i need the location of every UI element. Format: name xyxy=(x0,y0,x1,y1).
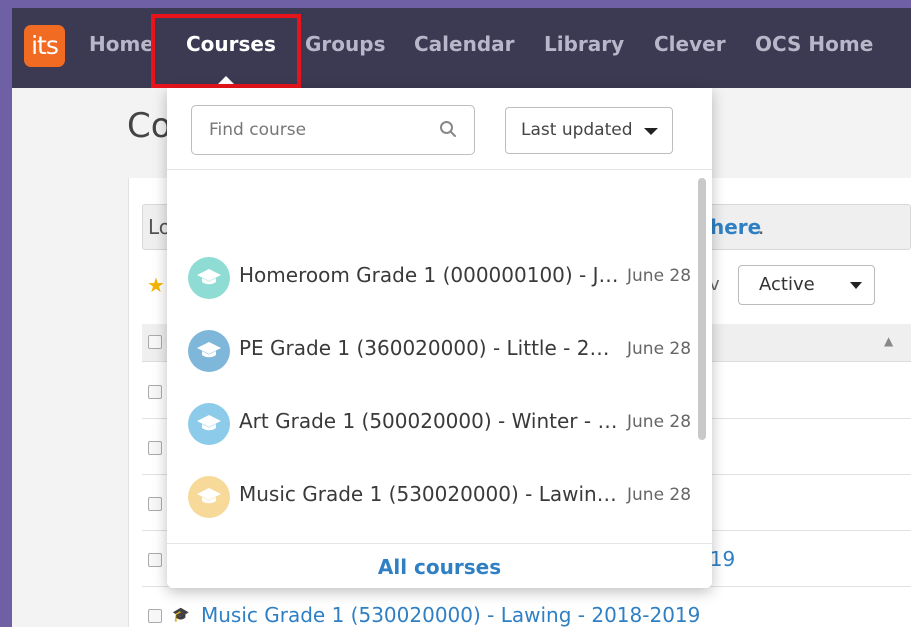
course-name: PE Grade 1 (360020000) - Little - 201... xyxy=(239,336,619,360)
top-nav: its Home Courses Groups Calendar Library… xyxy=(12,8,911,88)
row-checkbox[interactable] xyxy=(148,385,162,399)
row-course-link[interactable]: Music Grade 1 (530020000) - Lawing - 201… xyxy=(201,603,700,627)
course-item[interactable]: Music Grade 1 (530020000) - Lawing... Ju… xyxy=(167,468,695,528)
course-list: Homeroom Grade 1 (000000100) - Ju... Jun… xyxy=(167,171,712,543)
notice-period: . xyxy=(758,215,765,239)
course-name: Homeroom Grade 1 (000000100) - Ju... xyxy=(239,263,619,287)
course-name: Art Grade 1 (500020000) - Winter - 2... xyxy=(239,409,619,433)
row-checkbox[interactable] xyxy=(148,441,162,455)
course-item[interactable]: Homeroom Grade 1 (000000100) - Ju... Jun… xyxy=(167,249,695,309)
graduation-cap-icon xyxy=(188,476,230,518)
nav-groups[interactable]: Groups xyxy=(305,32,385,56)
course-date: June 28 xyxy=(627,266,692,286)
course-date: June 28 xyxy=(627,412,692,432)
nav-calendar[interactable]: Calendar xyxy=(414,32,515,56)
graduation-cap-icon xyxy=(188,257,230,299)
course-name: Music Grade 1 (530020000) - Lawing... xyxy=(239,482,619,506)
course-item[interactable]: Art Grade 1 (500020000) - Winter - 2... … xyxy=(167,395,695,455)
select-all-checkbox[interactable] xyxy=(148,335,162,349)
graduation-cap-icon: 🎓 xyxy=(172,607,190,623)
status-filter-value: Active xyxy=(759,274,815,295)
sort-select[interactable]: Last updated xyxy=(505,107,673,154)
dropdown-footer: All courses xyxy=(167,543,712,588)
courses-dropdown: Last updated Homeroom Grade 1 (000000100… xyxy=(167,88,712,588)
chevron-down-icon xyxy=(850,282,862,289)
status-filter-select[interactable]: Active xyxy=(738,265,875,305)
row-checkbox[interactable] xyxy=(148,553,162,567)
course-date: June 28 xyxy=(627,339,692,359)
nav-home[interactable]: Home xyxy=(89,32,154,56)
course-item[interactable]: PE Grade 1 (360020000) - Little - 201...… xyxy=(167,322,695,382)
its-logo[interactable]: its xyxy=(24,25,65,67)
page-title: Co xyxy=(127,106,172,146)
row-checkbox[interactable] xyxy=(148,497,162,511)
search-icon[interactable] xyxy=(439,120,457,138)
find-course-input[interactable] xyxy=(193,107,433,153)
chevron-down-icon xyxy=(644,128,658,135)
sort-ascending-icon[interactable]: ▲ xyxy=(884,334,893,348)
dropdown-header: Last updated xyxy=(167,88,712,170)
nav-ocs-home[interactable]: OCS Home xyxy=(755,32,873,56)
all-courses-link[interactable]: All courses xyxy=(167,555,712,579)
app-frame: its Home Courses Groups Calendar Library… xyxy=(12,8,911,627)
nav-library[interactable]: Library xyxy=(544,32,624,56)
nav-clever[interactable]: Clever xyxy=(654,32,726,56)
sort-select-value: Last updated xyxy=(521,120,633,140)
course-date: June 28 xyxy=(627,485,692,505)
star-icon[interactable]: ★ xyxy=(147,273,165,297)
find-course-box xyxy=(191,105,475,155)
courses-highlight-box xyxy=(151,14,301,88)
list-scrollbar[interactable] xyxy=(698,178,706,440)
graduation-cap-icon xyxy=(188,330,230,372)
graduation-cap-icon xyxy=(188,403,230,445)
row-checkbox[interactable] xyxy=(148,609,162,623)
notice-link[interactable]: here xyxy=(710,215,761,239)
